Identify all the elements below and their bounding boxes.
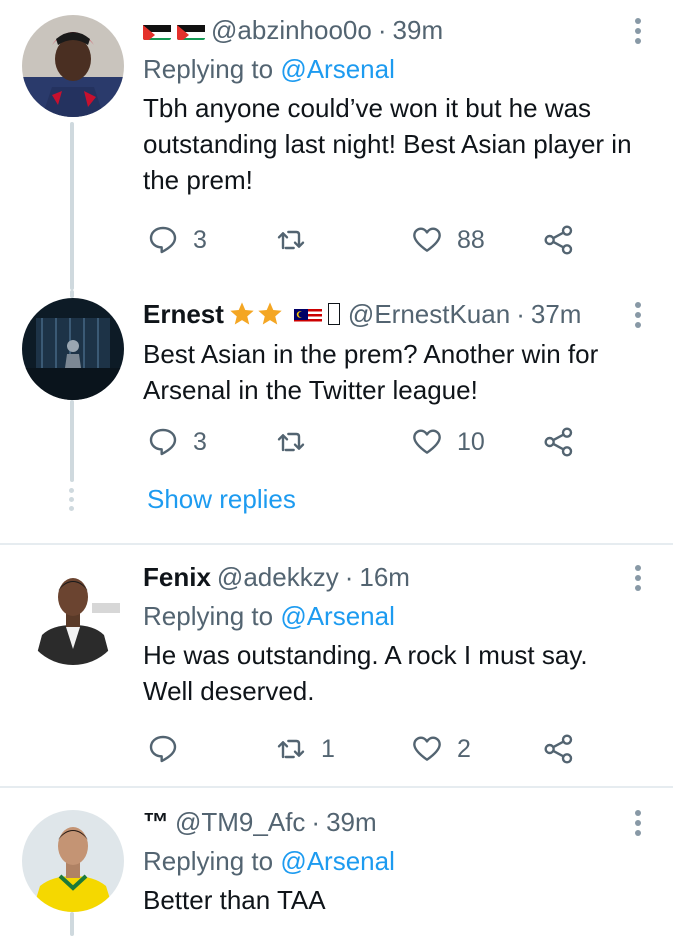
flag-icon [143,20,171,40]
like-icon [413,736,441,761]
retweet-icon [277,739,305,759]
retweet-button[interactable]: 1 [275,731,335,767]
star-icon [258,302,282,325]
reply-icon [149,735,177,763]
display-name[interactable]: Fenix [143,561,211,593]
thread-line [70,912,74,936]
handle[interactable]: @ErnestKuan [348,298,510,330]
tweet-header: ™ @TM9_Afc · 39m [143,806,633,838]
handle[interactable]: @abzinhoo0o [211,14,372,46]
more-icon[interactable] [633,18,643,48]
flag-icon [293,304,322,324]
replying-prefix: Replying to [143,846,274,876]
display-name[interactable]: ™ [143,806,169,838]
like-button[interactable]: 10 [411,424,485,460]
replying-to: Replying to @Arsenal [143,52,633,86]
reply-count: 3 [193,225,207,254]
more-icon[interactable] [633,810,643,840]
avatar[interactable] [22,563,124,665]
tweet-header: Ernest @ErnestKuan · 37m [143,298,633,330]
share-icon [544,427,573,457]
reply-button[interactable]: 3 [147,424,207,460]
star-icon [230,302,254,325]
reply-button[interactable] [147,731,193,767]
timestamp[interactable]: 39m [326,806,377,838]
like-count: 88 [457,225,485,254]
separator: · [311,807,321,837]
retweet-icon [277,432,305,452]
mention-link[interactable]: @Arsenal [280,54,395,84]
reply-count: 3 [193,427,207,456]
display-name[interactable]: Ernest [143,298,224,330]
reply-icon [149,428,177,456]
replying-prefix: Replying to [143,601,274,631]
timestamp[interactable]: 39m [393,14,444,46]
tweet-actions: 3 88 [143,222,593,258]
tweet-1[interactable]: @abzinhoo0o · 39m Replying to @Arsenal T… [0,0,673,290]
timestamp[interactable]: 37m [531,298,582,330]
like-count: 10 [457,427,485,456]
separator: · [377,15,387,45]
tweet-4[interactable]: ™ @TM9_Afc · 39m Replying to @Arsenal Be… [0,788,673,936]
retweet-button[interactable] [275,222,321,258]
separator: · [344,562,354,592]
like-icon [413,429,441,454]
retweet-button[interactable] [275,424,321,460]
handle[interactable]: @TM9_Afc [175,806,305,838]
tweet-header: Fenix @adekkzy · 16m [143,561,633,593]
thread-line [70,290,74,298]
mention-link[interactable]: @Arsenal [280,601,395,631]
thread-line [70,400,74,482]
avatar[interactable] [22,810,124,912]
reply-icon [149,226,177,254]
like-icon [413,227,441,252]
retweet-count: 1 [321,734,335,763]
more-icon[interactable] [633,302,643,332]
like-button[interactable]: 2 [411,731,471,767]
avatar[interactable] [22,15,124,117]
tweet-text: Better than TAA [143,885,326,915]
flag-icon [177,20,205,40]
tweet-text: He was outstanding. A rock I must say. W… [143,640,588,706]
tweet-header: @abzinhoo0o · 39m [143,14,633,46]
tweet-text: Best Asian in the prem? Another win for … [143,339,599,405]
thread-line [70,122,74,290]
show-replies-link[interactable]: Show replies [147,484,296,515]
thread-dots [69,488,75,515]
timestamp[interactable]: 16m [359,561,410,593]
tweet-actions: 1 2 [143,731,593,767]
tweet-3[interactable]: Fenix @adekkzy · 16m Replying to @Arsena… [0,545,673,785]
reply-button[interactable]: 3 [147,222,207,258]
tweet-text: Tbh anyone could’ve won it but he was ou… [143,93,632,195]
separator: · [516,299,525,329]
handle[interactable]: @adekkzy [217,561,339,593]
replying-to: Replying to @Arsenal [143,844,633,878]
replying-prefix: Replying to [143,54,274,84]
share-icon [544,225,573,255]
unknown-glyph-icon [327,303,340,325]
more-icon[interactable] [633,565,643,595]
share-button[interactable] [543,731,575,767]
tweet-actions: 3 10 [143,424,593,460]
avatar[interactable] [22,298,124,400]
mention-link[interactable]: @Arsenal [280,846,395,876]
like-count: 2 [457,734,471,763]
tweet-2[interactable]: Ernest @ErnestKuan · 37m Best Asian in t… [0,290,673,544]
share-button[interactable] [543,424,575,460]
retweet-icon [277,230,305,250]
replying-to: Replying to @Arsenal [143,599,633,633]
like-button[interactable]: 88 [411,222,485,258]
share-icon [544,734,573,764]
share-button[interactable] [543,222,575,258]
